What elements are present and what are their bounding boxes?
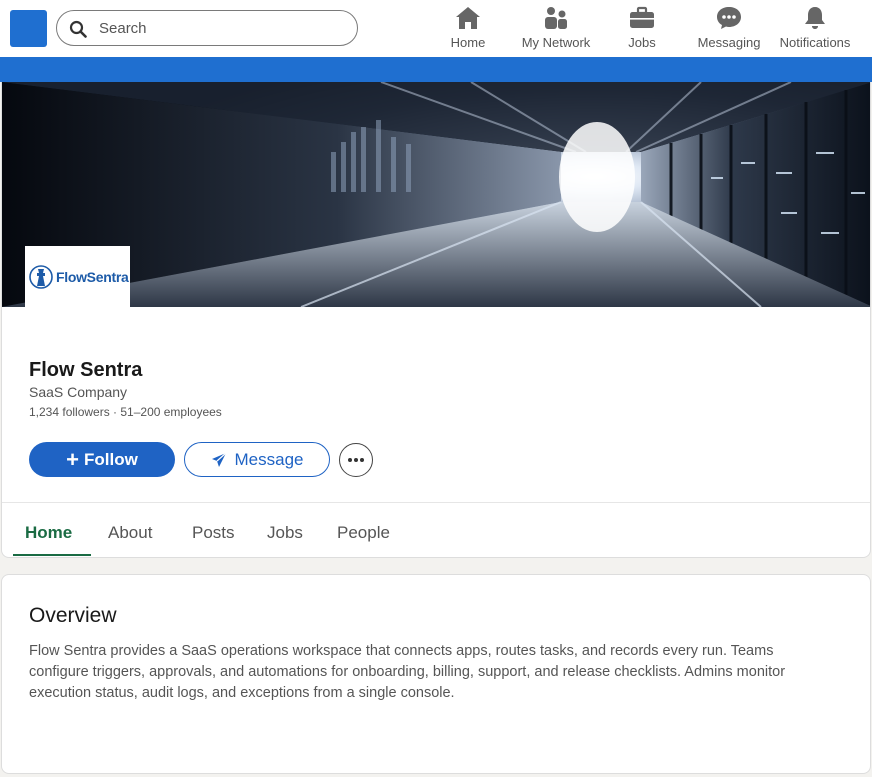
tab-posts[interactable]: Posts [192, 523, 235, 543]
tab-about[interactable]: About [108, 523, 152, 543]
home-icon [456, 7, 480, 29]
search-icon [69, 20, 87, 38]
company-logo[interactable]: FlowSentra [25, 246, 130, 307]
tabs-divider [2, 502, 870, 503]
logo-wordmark: FlowSentra [56, 268, 129, 285]
nav-label: Notifications [779, 35, 851, 50]
overview-title: Overview [29, 604, 117, 627]
nav-label: My Network [521, 35, 591, 50]
overview-description: Flow Sentra provides a SaaS operations w… [29, 643, 786, 701]
nav-label: Home [450, 35, 486, 50]
nav-item-jobs[interactable]: Jobs [627, 6, 657, 52]
app-logo[interactable] [10, 10, 47, 47]
network-icon [545, 7, 567, 29]
tower-logo-icon [29, 264, 53, 289]
more-options-button[interactable] [339, 443, 373, 477]
company-profile-card: FlowSentra Flow Sentra SaaS Company 1,23… [1, 82, 871, 558]
tab-jobs[interactable]: Jobs [267, 523, 303, 543]
more-icon [348, 458, 364, 462]
company-name: Flow Sentra [29, 359, 143, 381]
follow-button-label: Follow [84, 449, 138, 469]
message-button[interactable]: Message [184, 442, 330, 477]
briefcase-icon [630, 6, 654, 28]
header-accent-strip [0, 57, 872, 82]
nav-label: Jobs [628, 35, 656, 50]
company-type: SaaS Company [29, 384, 128, 400]
tab-people[interactable]: People [337, 523, 390, 543]
nav-item-notifications[interactable]: Notifications [777, 6, 853, 52]
top-nav: Home My Network Jobs Messaging [0, 0, 872, 57]
search-input[interactable] [99, 17, 339, 39]
message-button-label: Message [234, 449, 304, 469]
data-center-banner-image [2, 82, 870, 307]
overview-card: Overview Flow Sentra provides a SaaS ope… [1, 574, 871, 774]
plus-icon: + [66, 446, 80, 472]
active-tab-indicator [13, 554, 91, 556]
company-stats: 1,234 followers · 51–200 employees [29, 405, 222, 419]
nav-item-my-network[interactable]: My Network [519, 6, 593, 52]
tab-home[interactable]: Home [25, 523, 72, 543]
send-icon [211, 452, 226, 467]
nav-item-messaging[interactable]: Messaging [697, 6, 761, 52]
messaging-icon [717, 7, 741, 29]
nav-label: Messaging [697, 35, 761, 50]
cover-banner [2, 82, 870, 307]
follow-button[interactable]: + Follow [29, 442, 175, 477]
bell-icon [805, 7, 825, 29]
search-box[interactable] [56, 10, 358, 46]
nav-item-home[interactable]: Home [450, 6, 486, 52]
